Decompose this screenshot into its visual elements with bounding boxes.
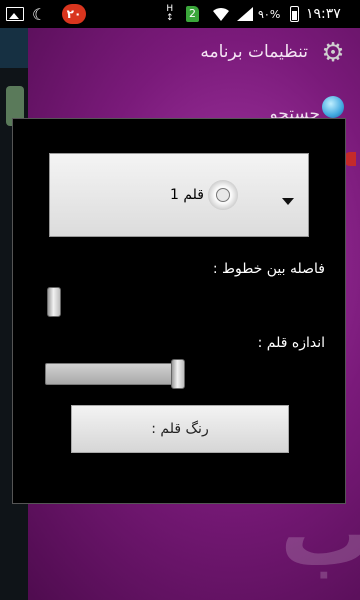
network-type: H ↕ [166,4,174,23]
page-title: تنظیمات برنامه [200,42,308,62]
slider-thumb[interactable] [47,287,61,317]
radio-button[interactable] [208,180,238,210]
moon-icon: ☾ [32,4,47,24]
battery-icon [290,0,299,28]
battery-percent: ۹۰% [258,7,281,21]
clock: ۱۹:۳۷ [306,6,341,22]
wifi-icon [212,0,230,28]
pen-settings-dialog: قلم 1 فاصله بین خطوط : اندازه قلم : رنگ … [12,118,346,504]
notification-badge: ۲۰ [62,4,86,24]
line-spacing-slider[interactable] [47,287,247,317]
slider-thumb[interactable] [171,359,185,389]
chevron-down-icon[interactable] [282,198,294,205]
gear-icon[interactable]: ⚙ [320,40,346,66]
pen-selector[interactable]: قلم 1 [49,153,309,237]
pen-size-slider[interactable] [45,359,189,389]
pen-color-button[interactable]: رنگ قلم : [71,405,289,453]
list-item-icon [322,96,344,118]
status-bar: ☾ ۲۰ H ↕ 2 ۹۰% ۱۹:۳۷ [0,0,360,28]
pen-size-label: اندازه قلم : [257,335,325,351]
pen-selector-label: قلم 1 [169,187,204,203]
line-spacing-label: فاصله بین خطوط : [212,261,325,277]
slider-track[interactable] [45,363,181,385]
signal-icon [236,0,254,28]
gallery-icon [6,0,24,28]
sim-icon: 2 [186,0,199,28]
